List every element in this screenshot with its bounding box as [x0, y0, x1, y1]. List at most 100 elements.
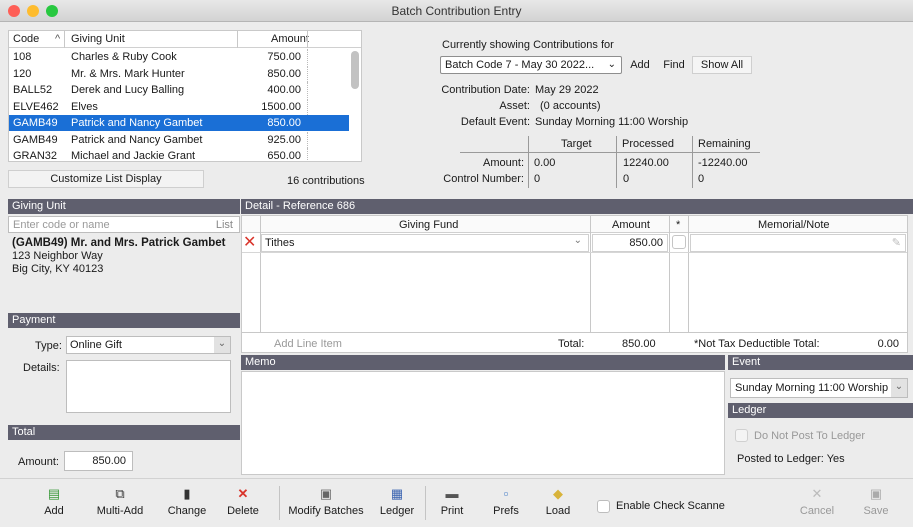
load-button[interactable]: ◆ Load [538, 482, 578, 524]
giving-unit-list-button[interactable]: List [216, 219, 233, 231]
add-button[interactable]: ▤ Add [36, 482, 72, 524]
giving-fund-value: Tithes [265, 237, 295, 249]
showing-label: Currently showing Contributions for [442, 39, 614, 51]
add-line-item-button[interactable]: Add Line Item [274, 338, 342, 350]
ledger-button[interactable]: ▦ Ledger [375, 482, 419, 524]
not-tax-deductible-label: *Not Tax Deductible Total: [694, 338, 820, 350]
detail-total-label: Total: [558, 338, 585, 350]
contribution-date-value: May 29 2022 [535, 84, 599, 96]
printer-icon: ▬ [445, 486, 459, 501]
edit-note-icon[interactable]: ✎ [892, 236, 901, 249]
giving-unit-header: Giving Unit [8, 199, 240, 214]
payment-details-field[interactable] [66, 360, 231, 413]
giving-fund-column-header: Giving Fund [399, 219, 459, 231]
row-amount: 750.00 [267, 51, 301, 63]
save-button[interactable]: ▣ Save [858, 482, 894, 524]
contribution-date-label: Contribution Date: [441, 84, 530, 96]
target-control: 0 [534, 173, 541, 185]
batch-select-value: Batch Code 7 - May 30 2022... [445, 59, 595, 71]
change-button[interactable]: ▮ Change [163, 482, 211, 524]
multi-add-icon: ⧉ [115, 486, 125, 501]
table-row[interactable]: 108 Charles & Ruby Cook 750.00 [9, 49, 349, 65]
contributions-list[interactable]: Code ^ Giving Unit Amount 108 Charles & R… [8, 30, 362, 162]
chevron-down-icon: ⌄ [891, 379, 907, 397]
preferences-icon: ▫ [503, 486, 509, 501]
prefs-button[interactable]: ▫ Prefs [486, 482, 526, 524]
table-row[interactable]: GAMB49 Patrick and Nancy Gambet 850.00 [9, 115, 349, 131]
memorial-note-field[interactable]: ✎ [690, 234, 906, 252]
row-amount: 1500.00 [261, 100, 301, 113]
column-header-amount[interactable]: Amount [271, 33, 309, 45]
row-amount: 400.00 [267, 84, 301, 96]
giving-unit-address-1: 123 Neighbor Way [12, 250, 103, 262]
column-header-code[interactable]: Code [13, 33, 39, 45]
row-amount: 925.00 [267, 133, 301, 146]
change-record-icon: ▮ [183, 486, 191, 501]
row-giving-unit: Derek and Lucy Balling [71, 84, 185, 96]
not-tax-deductible-total: 0.00 [877, 338, 899, 350]
giving-unit-name: (GAMB49) Mr. and Mrs. Patrick Gambet [12, 237, 226, 249]
row-code: GRAN32 [13, 150, 58, 162]
total-header: Total [8, 425, 240, 440]
remaining-header: Remaining [698, 138, 751, 150]
giving-unit-search[interactable]: Enter code or name List [8, 216, 240, 233]
zoom-window-button[interactable] [46, 5, 58, 17]
modify-batches-button[interactable]: ▣ Modify Batches [286, 482, 366, 524]
enable-check-scanner-checkbox[interactable] [597, 500, 610, 513]
detail-header: Detail - Reference 686 [241, 199, 913, 214]
column-header-giving-unit[interactable]: Giving Unit [71, 33, 125, 45]
remaining-amount: -12240.00 [698, 157, 748, 169]
print-button[interactable]: ▬ Print [433, 482, 471, 524]
title-bar: Batch Contribution Entry [0, 0, 913, 22]
row-code: GAMB49 [13, 133, 58, 146]
multi-add-button[interactable]: ⧉ Multi-Add [90, 482, 150, 524]
detail-total-value: 850.00 [622, 338, 656, 350]
payment-type-select[interactable]: Online Gift ⌄ [66, 336, 231, 354]
cancel-button[interactable]: ✕ Cancel [797, 482, 837, 524]
table-row[interactable]: ELVE462 Elves 1500.00 [9, 98, 349, 115]
event-select[interactable]: Sunday Morning 11:00 Worship ⌄ [730, 378, 908, 398]
do-not-post-checkbox[interactable] [735, 429, 748, 442]
customize-list-button[interactable]: Customize List Display [8, 170, 204, 188]
row-amount: 850.00 [267, 67, 301, 80]
payment-details-label: Details: [23, 362, 60, 374]
processed-header: Processed [622, 138, 674, 150]
default-event-label: Default Event: [460, 116, 530, 128]
memo-header: Memo [241, 355, 725, 370]
table-row[interactable]: GRAN32 Michael and Jackie Grant 650.00 [9, 148, 349, 162]
batch-select[interactable]: Batch Code 7 - May 30 2022... ⌄ [440, 56, 622, 74]
row-giving-unit: Michael and Jackie Grant [71, 150, 196, 162]
tax-flag-column-header: * [676, 219, 681, 231]
asset-label: Asset: [499, 100, 530, 112]
event-header: Event [728, 355, 913, 370]
ledger-icon: ▦ [390, 486, 404, 501]
not-tax-deductible-checkbox[interactable] [672, 235, 686, 249]
show-all-button[interactable]: Show All [692, 56, 752, 74]
total-amount-field[interactable]: 850.00 [64, 451, 133, 471]
line-amount-field[interactable]: 850.00 [592, 234, 668, 252]
ledger-header: Ledger [728, 403, 913, 418]
memo-field[interactable] [241, 371, 725, 475]
minimize-window-button[interactable] [27, 5, 39, 17]
batch-find-button[interactable]: Find [658, 56, 690, 74]
default-event-value: Sunday Morning 11:00 Worship [535, 116, 689, 128]
payment-header: Payment [8, 313, 240, 328]
row-code: BALL52 [13, 84, 53, 96]
close-window-button[interactable] [8, 5, 20, 17]
row-code: GAMB49 [13, 117, 58, 129]
delete-line-icon[interactable]: ✕ [243, 235, 256, 251]
giving-fund-select[interactable]: Tithes ⌄ [261, 234, 589, 252]
batch-amount-label: Amount: [483, 157, 524, 169]
table-row[interactable]: 120 Mr. & Mrs. Mark Hunter 850.00 [9, 65, 349, 82]
row-giving-unit: Patrick and Nancy Gambet [71, 117, 203, 129]
control-number-label: Control Number: [443, 173, 524, 185]
table-row[interactable]: BALL52 Derek and Lucy Balling 400.00 [9, 82, 349, 98]
delete-button[interactable]: ✕ Delete [220, 482, 266, 524]
list-scrollbar[interactable] [351, 51, 359, 89]
target-amount: 0.00 [534, 157, 556, 169]
enable-check-scanner-label: Enable Check Scanne [616, 500, 725, 512]
batch-add-button[interactable]: Add [624, 56, 656, 74]
table-row[interactable]: GAMB49 Patrick and Nancy Gambet 925.00 [9, 131, 349, 148]
giving-unit-placeholder: Enter code or name [13, 219, 110, 231]
save-icon: ▣ [869, 486, 883, 501]
